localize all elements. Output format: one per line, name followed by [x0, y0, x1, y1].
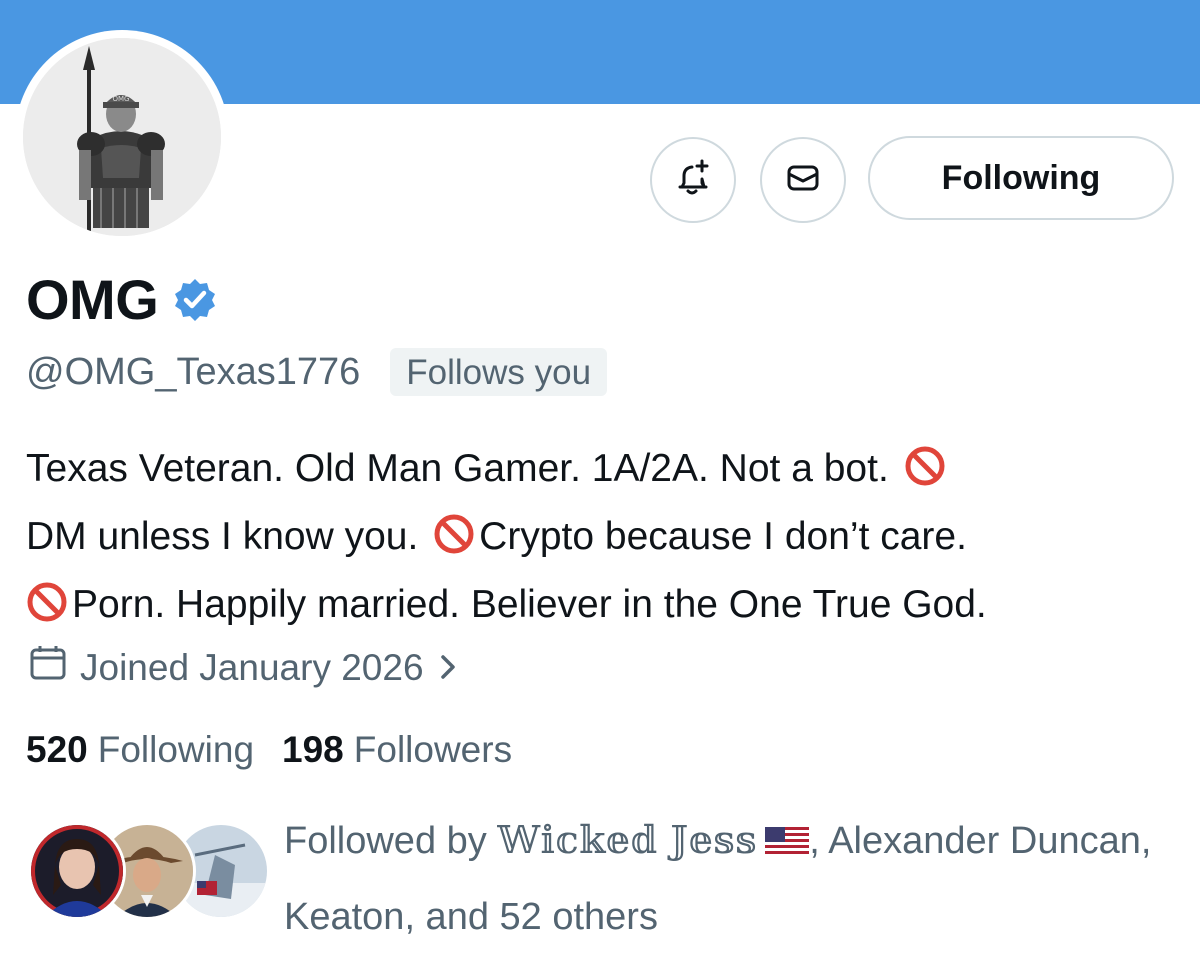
bio-line-3: Porn. Happily married. Believer in the O… — [26, 574, 1186, 642]
message-button[interactable] — [760, 137, 846, 223]
bio-line-2: DM unless I know you. Crypto because I d… — [26, 506, 1186, 574]
following-count-link[interactable]: 520 Following — [26, 724, 254, 776]
following-button[interactable]: Following — [868, 136, 1174, 220]
profile-avatar[interactable]: OMG — [15, 30, 229, 244]
handle-row: @OMG_Texas1776 Follows you — [26, 346, 608, 398]
following-count: 520 — [26, 729, 88, 770]
follower-avatar — [28, 822, 126, 920]
bio-text-2b: Crypto because I don’t care. — [479, 515, 967, 558]
user-handle: @OMG_Texas1776 — [26, 351, 361, 393]
svg-text:OMG: OMG — [113, 95, 130, 103]
followers-you-know-avatars[interactable] — [28, 822, 270, 922]
joined-text: Joined January 2026 — [80, 647, 424, 688]
follows-you-badge: Follows you — [390, 348, 608, 396]
chevron-right-icon — [438, 644, 458, 696]
us-flag-icon — [765, 809, 810, 881]
verified-badge-icon[interactable] — [172, 277, 218, 328]
prohibited-icon — [26, 580, 68, 642]
followers-label: Followers — [353, 729, 513, 770]
followers-count: 198 — [282, 729, 344, 770]
prohibited-icon — [433, 512, 475, 574]
display-name-row: OMG — [26, 268, 218, 332]
bio-line-1: Texas Veteran. Old Man Gamer. 1A/2A. Not… — [26, 438, 1186, 506]
bio-text-1: Texas Veteran. Old Man Gamer. 1A/2A. Not… — [26, 447, 889, 490]
profile-bio: Texas Veteran. Old Man Gamer. 1A/2A. Not… — [26, 438, 1186, 642]
display-name: OMG — [26, 268, 159, 331]
bio-text-2a: DM unless I know you. — [26, 515, 419, 558]
follow-stats: 520 Following 198 Followers — [26, 724, 540, 776]
followed-by-text[interactable]: Followed by 𝕎𝕚𝕔𝕜𝕖𝕕 𝕁𝕖𝕤𝕤 , Alexander Dunca… — [284, 804, 1184, 953]
followed-by-prefix: Followed by — [284, 820, 487, 862]
avatar-image: OMG — [23, 38, 221, 236]
followers-count-link[interactable]: 198 Followers — [282, 724, 512, 776]
following-label: Following — [97, 729, 255, 770]
joined-date[interactable]: Joined January 2026 — [28, 640, 458, 696]
envelope-icon — [783, 158, 823, 203]
followed-by-rest-1: , Alexander Duncan, — [809, 820, 1152, 862]
followed-by-line-1: Followed by 𝕎𝕚𝕔𝕜𝕖𝕕 𝕁𝕖𝕤𝕤 , Alexander Dunca… — [284, 804, 1184, 881]
bio-text-3: Porn. Happily married. Believer in the O… — [72, 583, 987, 626]
bell-plus-icon — [672, 157, 714, 204]
prohibited-icon — [904, 444, 946, 506]
followed-by-line-2: Keaton, and 52 others — [284, 896, 658, 938]
calendar-icon — [28, 642, 68, 696]
notifications-button[interactable] — [650, 137, 736, 223]
follower-name: 𝕎𝕚𝕔𝕜𝕖𝕕 𝕁𝕖𝕤𝕤 — [497, 818, 758, 862]
